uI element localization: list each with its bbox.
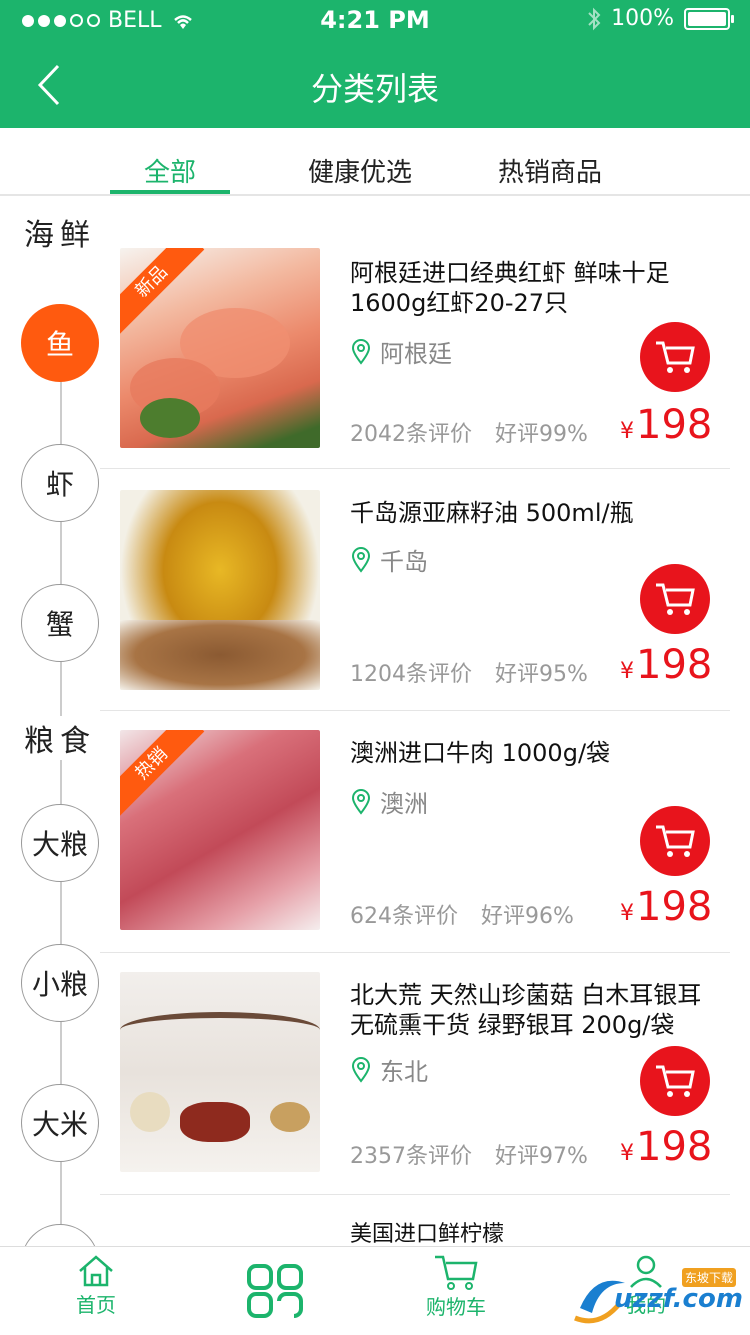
category-group-grain: 粮食 [24, 716, 96, 760]
category-fish[interactable]: 鱼 [21, 304, 99, 382]
product-price: ¥198 [620, 1124, 712, 1170]
tab-hot[interactable]: 热销商品 [490, 152, 610, 189]
product-item[interactable]: 美国进口鲜柠檬 [100, 1196, 730, 1246]
positive-rate: 好评97% [495, 1144, 588, 1169]
category-minor-grain[interactable]: 小粮 [21, 944, 99, 1022]
cart-icon [656, 1065, 695, 1097]
category-more[interactable] [21, 1224, 99, 1246]
nav-home[interactable]: 首页 [76, 1253, 116, 1318]
currency-symbol: ¥ [620, 419, 634, 444]
tab-indicator [110, 190, 230, 194]
product-price: ¥198 [620, 884, 712, 930]
tab-all[interactable]: 全部 [110, 152, 230, 189]
location-pin-icon [351, 546, 371, 573]
product-image-mushroom[interactable] [120, 972, 320, 1172]
cart-outline-icon [435, 1255, 478, 1290]
category-crab[interactable]: 蟹 [21, 584, 99, 662]
product-name[interactable]: 千岛源亚麻籽油 500ml/瓶 [350, 498, 720, 528]
category-coarse-grain[interactable]: 大粮 [21, 804, 99, 882]
battery-icon [684, 7, 734, 30]
product-origin: 澳洲 [350, 784, 428, 819]
bluetooth-icon [588, 7, 601, 30]
product-name[interactable]: 北大荒 天然山珍菌菇 白木耳银耳 无硫熏干货 绿野银耳 200g/袋 [350, 980, 720, 1040]
positive-rate: 好评99% [495, 422, 588, 447]
product-name[interactable]: 阿根廷进口经典红虾 鲜味十足 1600g红虾20-27只 [350, 258, 720, 318]
add-to-cart-button[interactable] [640, 806, 710, 876]
add-to-cart-button[interactable] [640, 322, 710, 392]
positive-rate: 好评95% [495, 662, 588, 687]
header-bar: BELL 4:21 PM 100% 分类列表 [0, 0, 750, 128]
product-item[interactable]: 千岛源亚麻籽油 500ml/瓶 千岛 1204条评价 好评95% ¥198 [100, 470, 730, 711]
origin-text: 千岛 [380, 548, 428, 576]
cart-icon [656, 825, 695, 857]
add-to-cart-button[interactable] [640, 1046, 710, 1116]
product-origin: 阿根廷 [350, 334, 452, 369]
tab-healthy[interactable]: 健康优选 [300, 152, 420, 189]
product-image-beef[interactable]: 热销 [120, 730, 320, 930]
product-origin: 千岛 [350, 542, 428, 577]
origin-text: 阿根廷 [380, 340, 452, 368]
cart-icon [656, 583, 695, 615]
category-group-seafood: 海鲜 [24, 210, 96, 254]
currency-symbol: ¥ [620, 1141, 634, 1166]
product-stats: 2042条评价 好评99% [350, 416, 604, 448]
category-sidebar: 海鲜 鱼 虾 蟹 粮食 大粮 小粮 大米 [0, 196, 110, 1246]
price-value: 198 [636, 642, 713, 688]
page-title: 分类列表 [310, 70, 439, 108]
review-count: 1204条评价 [350, 662, 472, 687]
product-name[interactable]: 澳洲进口牛肉 1000g/袋 [350, 738, 720, 768]
product-item[interactable]: 热销 澳洲进口牛肉 1000g/袋 澳洲 624条评价 好评96% ¥198 [100, 712, 730, 953]
product-stats: 2357条评价 好评97% [350, 1138, 604, 1170]
nav-cart-label: 购物车 [426, 1295, 486, 1319]
currency-symbol: ¥ [620, 901, 634, 926]
add-to-cart-button[interactable] [640, 564, 710, 634]
category-shrimp[interactable]: 虾 [21, 444, 99, 522]
review-count: 2357条评价 [350, 1144, 472, 1169]
nav-cart[interactable]: 购物车 [426, 1253, 486, 1320]
watermark-logo: uzzf.com 东坡下载 [570, 1268, 745, 1328]
watermark-tag: 东坡下载 [682, 1268, 737, 1287]
location-pin-icon [351, 788, 371, 815]
product-list: 新品 阿根廷进口经典红虾 鲜味十足 1600g红虾20-27只 阿根廷 2042… [100, 196, 750, 1246]
grid-icon [247, 1264, 303, 1318]
price-value: 198 [636, 402, 713, 448]
positive-rate: 好评96% [481, 904, 574, 929]
badge-hot: 热销 [120, 730, 205, 817]
location-pin-icon [351, 338, 371, 365]
price-value: 198 [636, 884, 713, 930]
product-name[interactable]: 美国进口鲜柠檬 [350, 1220, 720, 1246]
location-pin-icon [351, 1056, 371, 1083]
product-stats: 624条评价 好评96% [350, 898, 590, 930]
product-item[interactable]: 新品 阿根廷进口经典红虾 鲜味十足 1600g红虾20-27只 阿根廷 2042… [100, 196, 730, 469]
watermark-text: uzzf.com [614, 1284, 743, 1314]
review-count: 624条评价 [350, 904, 458, 929]
origin-text: 东北 [380, 1058, 428, 1086]
product-price: ¥198 [620, 402, 712, 448]
status-bar: BELL 4:21 PM 100% [0, 0, 750, 40]
category-rice[interactable]: 大米 [21, 1084, 99, 1162]
product-stats: 1204条评价 好评95% [350, 656, 604, 688]
currency-symbol: ¥ [620, 659, 634, 684]
price-value: 198 [636, 1124, 713, 1170]
origin-text: 澳洲 [380, 790, 428, 818]
home-icon [79, 1255, 113, 1287]
product-item[interactable]: 北大荒 天然山珍菌菇 白木耳银耳 无硫熏干货 绿野银耳 200g/袋 东北 23… [100, 954, 730, 1195]
battery-percent: 100% [611, 6, 674, 31]
tab-bar: 全部 健康优选 热销商品 [0, 128, 750, 196]
product-image-oil[interactable] [120, 490, 320, 690]
product-price: ¥198 [620, 642, 712, 688]
cart-icon [656, 341, 695, 373]
nav-category[interactable] [246, 1263, 304, 1319]
review-count: 2042条评价 [350, 422, 472, 447]
product-origin: 东北 [350, 1052, 428, 1087]
nav-home-label: 首页 [76, 1293, 116, 1317]
product-image-shrimp[interactable]: 新品 [120, 248, 320, 448]
